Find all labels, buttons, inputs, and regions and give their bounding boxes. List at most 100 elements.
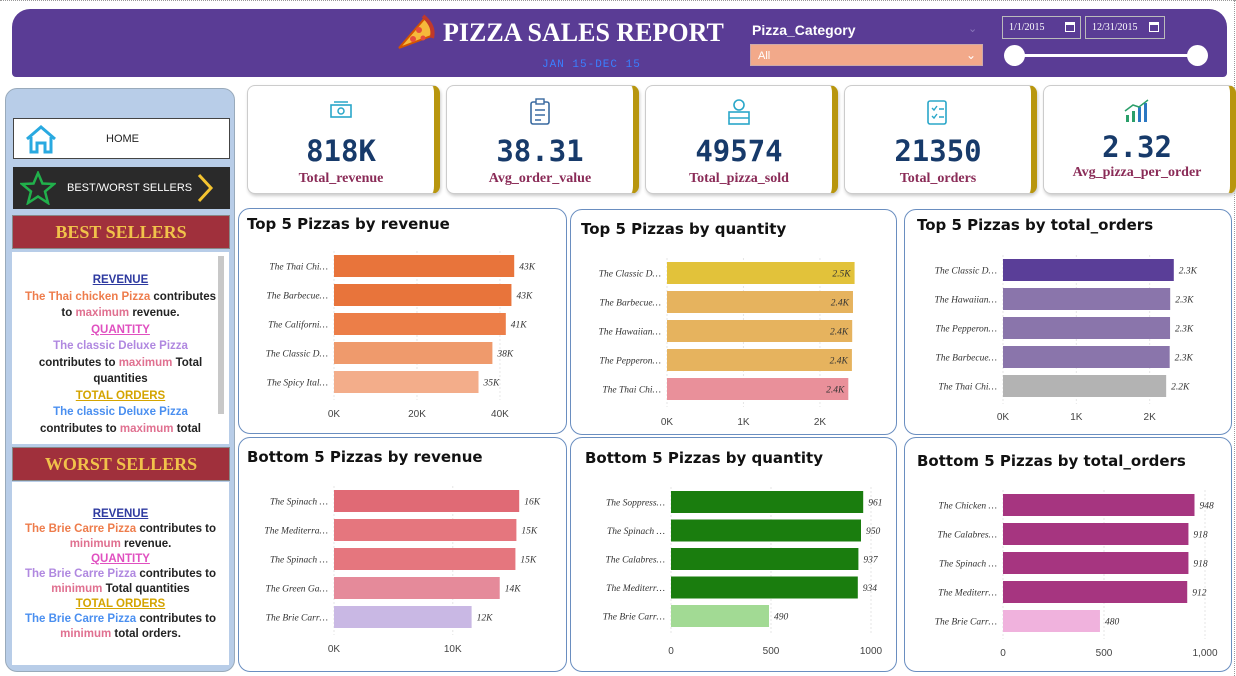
x-tick-label: 0K: [661, 417, 674, 428]
bar-chart-canvas: 0K 1K 2K The Classic D… 2.5K The Barbecue… 2.4…: [598, 258, 855, 428]
y-category-label: The Classic D…: [266, 350, 328, 360]
data-label: 2.2K: [1171, 383, 1190, 393]
bar[interactable]: [667, 320, 853, 342]
worst-revenue-text-end: revenue.: [120, 538, 172, 550]
data-label: 918: [1193, 560, 1208, 570]
kpi-card-total-pizza-sold: 49574 Total_pizza_sold: [645, 85, 838, 194]
bar[interactable]: [667, 378, 849, 400]
best-orders-max: maximum: [119, 422, 174, 435]
best-orders-heading: TOTAL ORDERS: [75, 389, 166, 402]
x-tick-label: 2K: [1144, 412, 1157, 423]
calendar-icon[interactable]: [1065, 22, 1075, 32]
best-revenue-text-end: revenue.: [129, 307, 180, 319]
kpi-label: Total_revenue: [298, 171, 384, 186]
data-label: 950: [866, 527, 881, 537]
best-sellers-scrollbar[interactable]: [218, 256, 224, 414]
best-worst-sellers-button[interactable]: BEST/WORST SELLERS: [13, 167, 230, 209]
worst-quantity-pizza: The Brie Carre Pizza: [24, 568, 137, 580]
worst-revenue-heading: REVENUE: [92, 508, 149, 520]
start-date-input[interactable]: 1/1/2015: [1002, 16, 1081, 39]
data-label: 2.4K: [826, 386, 845, 396]
worst-orders-pizza: The Brie Carre Pizza: [24, 613, 137, 625]
y-category-label: The Mediterr…: [938, 589, 997, 599]
best-quantity-heading: QUANTITY: [91, 323, 150, 336]
worst-quantity-min: minimum: [51, 583, 103, 595]
bar[interactable]: [334, 548, 516, 570]
bar[interactable]: [667, 291, 853, 313]
y-category-label: The Barbecue…: [600, 299, 661, 309]
x-tick-label: 20K: [408, 409, 426, 420]
x-tick-label: 2K: [814, 417, 827, 428]
bar[interactable]: [1003, 288, 1171, 310]
bar[interactable]: [334, 577, 500, 599]
best-orders-text-end: total: [173, 422, 202, 435]
date-range-slider[interactable]: [1014, 54, 1197, 57]
bar[interactable]: [671, 519, 861, 542]
bar[interactable]: [334, 313, 506, 335]
worst-orders-min: minimum: [60, 628, 112, 640]
data-label: 35K: [483, 379, 501, 389]
y-category-label: The Classic D…: [935, 267, 997, 277]
end-date-value: 12/31/2015: [1092, 22, 1138, 33]
bar[interactable]: [1003, 259, 1174, 281]
calendar-icon[interactable]: [1149, 22, 1159, 32]
bar[interactable]: [334, 284, 512, 306]
x-tick-label: 500: [763, 646, 780, 657]
data-label: 41K: [511, 321, 528, 331]
bar[interactable]: [1003, 494, 1195, 516]
worst-sellers-heading: WORST SELLERS: [12, 447, 230, 481]
report-title: PIZZA SALES REPORT: [443, 18, 724, 47]
x-tick-label: 1000: [860, 646, 883, 657]
bar[interactable]: [334, 519, 517, 541]
pizza-icon: [398, 14, 435, 49]
bar[interactable]: [1003, 346, 1170, 368]
bar[interactable]: [667, 262, 855, 284]
y-category-label: The Spinach …: [270, 556, 328, 566]
worst-quantity-text: contributes to: [136, 568, 217, 580]
chart-bottom5-revenue: Bottom 5 Pizzas by revenue 0K 10K The Spin…: [238, 437, 567, 672]
y-category-label: The Green Ga…: [266, 585, 328, 595]
y-category-label: The Mediterr…: [606, 584, 665, 594]
slider-start-handle[interactable]: [1004, 45, 1025, 66]
y-category-label: The Mediterra…: [264, 527, 328, 537]
worst-orders-heading: TOTAL ORDERS: [75, 598, 166, 610]
bar[interactable]: [671, 605, 769, 627]
bar[interactable]: [334, 255, 515, 277]
bar[interactable]: [334, 490, 520, 512]
bar[interactable]: [667, 349, 852, 371]
bar[interactable]: [334, 606, 472, 628]
star-icon: [20, 171, 56, 205]
x-tick-label: 40K: [491, 409, 509, 420]
bar[interactable]: [1003, 375, 1167, 397]
bar[interactable]: [1003, 610, 1100, 632]
bar[interactable]: [1003, 581, 1188, 603]
best-sellers-panel: REVENUE The Thai chicken Pizza contribut…: [12, 252, 229, 444]
worst-quantity-text-end: Total quantities: [102, 583, 190, 595]
kpi-card-avg-pizza-per-order: 2.32 Avg_pizza_per_order: [1043, 85, 1236, 194]
filter-collapse-chevron-icon[interactable]: ⌄: [968, 22, 977, 35]
home-button[interactable]: HOME: [13, 118, 230, 159]
bar[interactable]: [1003, 523, 1189, 545]
y-category-label: The Barbecue…: [267, 292, 328, 302]
bar[interactable]: [334, 371, 479, 393]
end-date-input[interactable]: 12/31/2015: [1085, 16, 1165, 39]
bar[interactable]: [671, 491, 864, 513]
y-category-label: The Chicken …: [938, 502, 997, 512]
bar[interactable]: [1003, 552, 1189, 574]
x-tick-label: 0: [668, 646, 674, 657]
slider-end-handle[interactable]: [1187, 45, 1208, 66]
category-filter-select[interactable]: All ⌄: [750, 44, 983, 66]
x-tick-label: 0K: [997, 412, 1010, 423]
data-label: 961: [868, 499, 882, 509]
x-tick-label: 0K: [328, 644, 341, 655]
best-quantity-text: contributes to: [38, 356, 119, 369]
bar[interactable]: [671, 576, 858, 599]
bar[interactable]: [1003, 317, 1171, 339]
data-label: 2.5K: [832, 270, 851, 280]
bar[interactable]: [334, 342, 493, 364]
y-category-label: The Thai Chi…: [602, 386, 661, 396]
bar-chart-canvas: 0K 10K The Spinach … 16K The Mediterra… 15K Th…: [264, 486, 541, 655]
delivery-icon: [728, 99, 750, 125]
y-category-label: The Brie Carr…: [935, 618, 997, 628]
bar[interactable]: [671, 548, 859, 570]
